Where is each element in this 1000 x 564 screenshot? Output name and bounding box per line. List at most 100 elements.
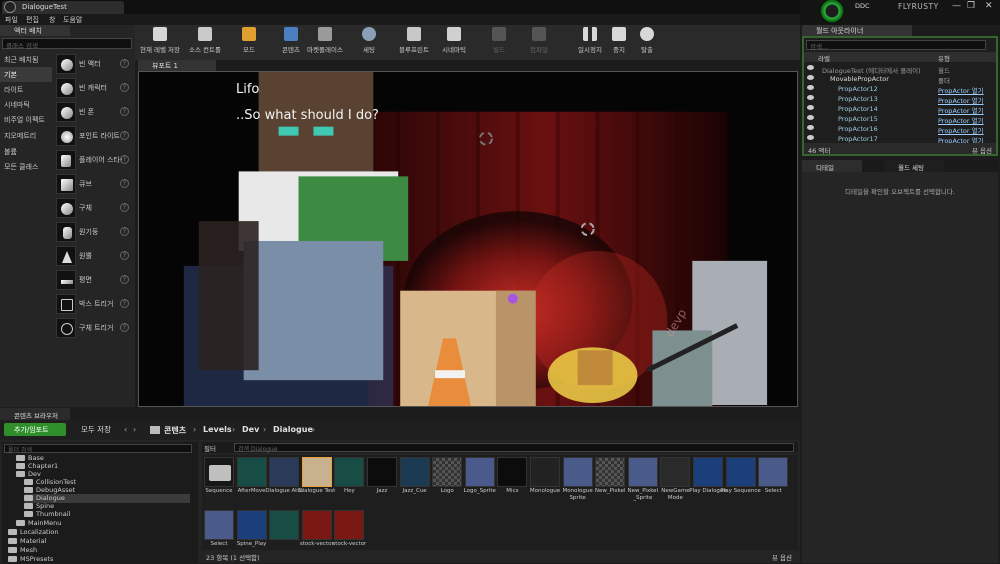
help-icon[interactable]: ? <box>120 227 129 236</box>
breadcrumb-content[interactable]: 콘텐츠 <box>164 425 186 436</box>
outliner-view-options[interactable]: 뷰 옵션 <box>972 145 992 155</box>
help-icon[interactable]: ? <box>120 251 129 260</box>
outliner-row[interactable]: PropActor14 PropActor 열기 <box>804 104 992 115</box>
breadcrumb-levels[interactable]: Levels <box>203 425 232 434</box>
breadcrumb-dev[interactable]: Dev <box>242 425 259 434</box>
outliner-search-input[interactable]: 검색... <box>806 40 986 51</box>
actor-item[interactable]: 원뿔? <box>54 245 134 267</box>
help-icon[interactable]: ? <box>120 203 129 212</box>
folder-search-input[interactable]: 폴더 검색 <box>4 444 192 454</box>
category-recent[interactable]: 최근 배치됨 <box>0 52 52 67</box>
outliner-row[interactable]: PropActor13 PropActor 열기 <box>804 94 992 105</box>
visibility-eye-icon[interactable] <box>807 135 814 140</box>
asset-tile[interactable]: New_Pixkel <box>595 457 626 507</box>
column-type[interactable]: 유형 <box>938 53 950 63</box>
compile-button[interactable]: 컴파일 <box>525 27 553 59</box>
menu-window[interactable]: 창 <box>49 15 55 25</box>
folder-icon[interactable] <box>150 426 160 434</box>
outliner-row[interactable]: PropActor15 PropActor 열기 <box>804 114 992 125</box>
help-icon[interactable]: ? <box>120 59 129 68</box>
category-lights[interactable]: 라이트 <box>0 82 52 97</box>
outliner-row[interactable]: PropActor12 PropActor 열기 <box>804 84 992 95</box>
asset-tile[interactable]: New_Pixkel _Sprite <box>627 457 658 507</box>
visibility-eye-icon[interactable] <box>807 65 814 70</box>
folder-tree-item[interactable]: MainMenu <box>16 519 61 528</box>
help-icon[interactable]: ? <box>120 179 129 188</box>
outliner-row[interactable]: PropActor16 PropActor 열기 <box>804 124 992 135</box>
folder-tree-item[interactable]: Localization <box>8 528 59 537</box>
menu-edit[interactable]: 편집 <box>26 15 39 25</box>
close-button[interactable]: ✕ <box>985 1 993 11</box>
actor-item[interactable]: 빈 폰? <box>54 101 134 123</box>
marketplace-button[interactable]: 마켓플레이스 <box>307 27 343 59</box>
menu-file[interactable]: 파일 <box>5 15 18 25</box>
visibility-eye-icon[interactable] <box>807 115 814 120</box>
asset-tile[interactable]: Logo_Sprite <box>464 457 496 507</box>
asset-tile[interactable]: Mics <box>497 457 528 507</box>
visibility-eye-icon[interactable] <box>807 85 814 90</box>
minimize-button[interactable]: — <box>952 1 961 11</box>
category-all-classes[interactable]: 모든 클래스 <box>0 159 52 174</box>
folder-tree-item[interactable]: Mesh <box>8 546 37 555</box>
save-all-button[interactable]: 모두 저장 <box>70 424 111 435</box>
actor-item[interactable]: 박스 트리거? <box>54 293 134 315</box>
back-arrow-icon[interactable]: ‹ <box>124 425 127 434</box>
help-icon[interactable]: ? <box>120 107 129 116</box>
content-button[interactable]: 콘텐츠 <box>277 27 305 59</box>
pause-button[interactable]: 일시정지 <box>575 27 605 59</box>
document-tab[interactable]: DialogueTest <box>2 1 124 14</box>
asset-tile[interactable]: Dialogue Test <box>298 457 335 507</box>
visibility-eye-icon[interactable] <box>807 75 814 80</box>
actor-item[interactable]: 빈 캐릭터? <box>54 77 134 99</box>
visibility-eye-icon[interactable] <box>807 105 814 110</box>
actor-item[interactable]: 포인트 라이트? <box>54 125 134 147</box>
viewport-tab[interactable]: 뷰포트 1 <box>138 60 216 71</box>
asset-tile[interactable]: Select <box>758 457 789 507</box>
stop-button[interactable]: 중지 <box>607 27 631 59</box>
outliner-row[interactable]: MovablePropActor 폴더 <box>804 74 992 85</box>
ddc-indicator[interactable]: DDC <box>855 2 870 12</box>
help-icon[interactable]: ? <box>120 275 129 284</box>
build-button[interactable]: 빌드 <box>485 27 513 59</box>
tab-details[interactable]: 디테일 <box>802 160 862 172</box>
asset-tile[interactable]: Jazz_Cue <box>399 457 430 507</box>
folder-tree-item[interactable]: Thumbnail <box>24 510 70 519</box>
cinematics-button[interactable]: 시네마틱 <box>438 27 470 59</box>
category-visual-effects[interactable]: 비주얼 이펙트 <box>0 112 52 127</box>
outliner-row[interactable]: DialogueTest (에디터에서 플레이) 월드 <box>804 64 992 75</box>
asset-tile[interactable]: Monologue <box>530 457 560 507</box>
asset-tile[interactable]: Play Dialogue <box>689 457 727 507</box>
place-actors-tab[interactable]: 액터 배치 <box>0 25 70 36</box>
settings-button[interactable]: 세팅 <box>355 27 383 59</box>
asset-tile[interactable]: Play Sequence <box>720 457 761 507</box>
visibility-eye-icon[interactable] <box>807 125 814 130</box>
visibility-eye-icon[interactable] <box>807 95 814 100</box>
actor-item[interactable]: 큐브? <box>54 173 134 195</box>
asset-tile[interactable]: Sequence <box>204 457 234 507</box>
breadcrumb-dialogue[interactable]: Dialogue <box>273 425 313 434</box>
source-control-button[interactable]: 소스 컨트롤 <box>185 27 225 59</box>
class-search-input[interactable]: 클래스 검색 <box>2 38 132 50</box>
asset-search-input[interactable]: 검색 Dialogue <box>234 443 794 453</box>
filter-button[interactable]: 필터 <box>204 443 216 453</box>
source-control-status-icon[interactable] <box>820 0 844 23</box>
save-current-level-button[interactable]: 현재 레벨 저장 <box>137 27 183 59</box>
asset-tile[interactable]: Jazz <box>367 457 397 507</box>
help-icon[interactable]: ? <box>120 155 129 164</box>
asset-view-options[interactable]: 뷰 옵션 <box>772 552 792 562</box>
eject-button[interactable]: 탈출 <box>635 27 659 59</box>
actor-item[interactable]: 구체? <box>54 197 134 219</box>
column-label[interactable]: 라벨 <box>818 53 830 63</box>
world-outliner-tab[interactable]: 월드 아웃라이너 <box>802 25 912 36</box>
actor-item[interactable]: 구체 트리거? <box>54 317 134 339</box>
category-cinematic[interactable]: 시네마틱 <box>0 97 52 112</box>
actor-item[interactable]: 빈 액터? <box>54 53 134 75</box>
help-icon[interactable]: ? <box>120 299 129 308</box>
category-geometry[interactable]: 지오메트리 <box>0 128 52 143</box>
category-volumes[interactable]: 볼륨 <box>0 144 52 159</box>
asset-tile[interactable]: Logo <box>432 457 463 507</box>
actor-item[interactable]: 플레이어 스타!? <box>54 149 134 171</box>
asset-tile[interactable]: Monologue Sprite <box>562 457 593 507</box>
add-import-button[interactable]: 추가/임포트 <box>4 423 66 436</box>
maximize-button[interactable]: ❐ <box>967 1 975 11</box>
